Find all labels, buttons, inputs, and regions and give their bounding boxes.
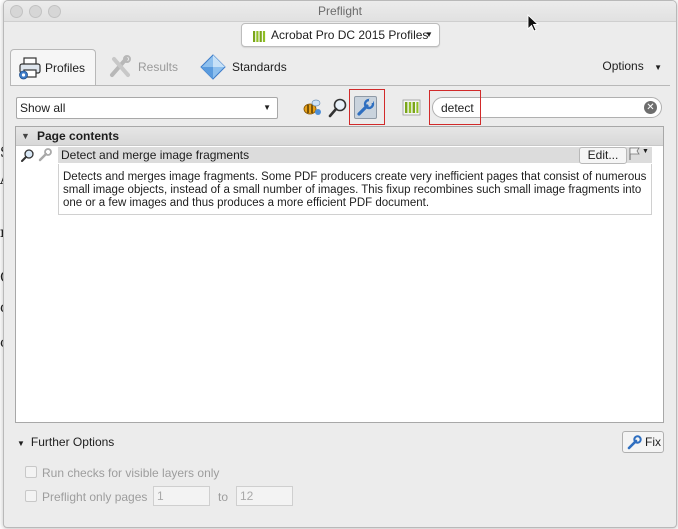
tab-standards[interactable]: Standards bbox=[198, 49, 288, 85]
magnifier-icon bbox=[328, 98, 349, 121]
profile-library-label: Acrobat Pro DC 2015 Profiles bbox=[271, 28, 429, 42]
fix-button-label: Fix bbox=[645, 435, 661, 449]
tab-divider bbox=[10, 85, 670, 86]
options-menu-label: Options bbox=[602, 59, 644, 73]
printer-icon bbox=[18, 56, 44, 80]
fix-button[interactable]: Fix bbox=[622, 431, 664, 453]
caret-down-icon: ▼ bbox=[654, 63, 662, 72]
fixup-list-panel: ▼ Page contents Detect and merge image f… bbox=[15, 126, 664, 423]
flag-menu-button[interactable]: ▼ bbox=[628, 147, 650, 162]
visible-layers-label: Run checks for visible layers only bbox=[42, 466, 220, 480]
profile-library-dropdown[interactable]: Acrobat Pro DC 2015 Profiles ▼ bbox=[241, 23, 440, 47]
show-library-button[interactable] bbox=[401, 97, 422, 118]
visible-layers-checkbox[interactable] bbox=[25, 466, 37, 478]
window-title: Preflight bbox=[317, 4, 363, 18]
caret-down-icon: ▼ bbox=[642, 148, 649, 155]
fixup-row-label: Detect and merge image fragments bbox=[61, 148, 250, 162]
preflight-pages-checkbox[interactable] bbox=[25, 490, 37, 502]
tab-results-label: Results bbox=[138, 60, 179, 74]
to-label: to bbox=[218, 490, 229, 504]
fixups-highlight bbox=[349, 89, 385, 125]
from-page-input[interactable]: 1 bbox=[153, 486, 210, 506]
disclosure-triangle-icon[interactable]: ▼ bbox=[17, 439, 25, 448]
caret-down-icon: ▼ bbox=[263, 103, 271, 112]
wrench-icon bbox=[627, 435, 642, 450]
options-menu[interactable]: Options ▼ bbox=[602, 59, 662, 73]
further-options-label: Further Options bbox=[30, 435, 115, 449]
show-profiles-button[interactable] bbox=[302, 97, 323, 118]
tools-icon bbox=[108, 55, 134, 79]
tab-profiles[interactable]: Profiles bbox=[10, 49, 96, 86]
fixup-row-detect-merge[interactable]: Detect and merge image fragments bbox=[58, 147, 652, 163]
library-icon bbox=[401, 99, 422, 121]
to-page-input[interactable]: 12 bbox=[236, 486, 293, 506]
magnifier-icon bbox=[21, 148, 35, 162]
tab-profiles-label: Profiles bbox=[45, 61, 86, 75]
disclosure-triangle-icon[interactable]: ▼ bbox=[21, 131, 30, 141]
diamond-icon bbox=[200, 54, 226, 80]
fixup-description: Detects and merges image fragments. Some… bbox=[58, 164, 652, 215]
title-bar: Preflight bbox=[4, 1, 676, 22]
search-highlight bbox=[429, 90, 481, 125]
preflight-pages-label: Preflight only pages bbox=[42, 490, 148, 504]
clear-search-icon[interactable]: ✕ bbox=[644, 101, 657, 114]
caret-down-icon: ▼ bbox=[425, 30, 433, 39]
library-icon bbox=[252, 28, 266, 42]
mouse-cursor-icon bbox=[527, 13, 540, 32]
show-filter-value: Show all bbox=[20, 101, 66, 115]
edit-button[interactable]: Edit... bbox=[579, 147, 627, 164]
profiles-bee-icon bbox=[302, 99, 323, 121]
tab-standards-label: Standards bbox=[232, 60, 287, 74]
preflight-window: Preflight Acrobat Pro DC 2015 Profiles ▼ bbox=[3, 0, 677, 528]
further-options-toggle[interactable]: ▼ Further Options bbox=[17, 435, 114, 449]
tab-results[interactable]: Results bbox=[108, 49, 188, 85]
show-filter-dropdown[interactable]: Show all ▼ bbox=[16, 97, 278, 119]
group-label: Page contents bbox=[37, 129, 120, 143]
wrench-icon bbox=[38, 148, 52, 162]
show-checks-button[interactable] bbox=[328, 97, 349, 118]
group-header-page-contents[interactable]: ▼ Page contents bbox=[16, 127, 663, 146]
flag-icon bbox=[628, 147, 641, 163]
